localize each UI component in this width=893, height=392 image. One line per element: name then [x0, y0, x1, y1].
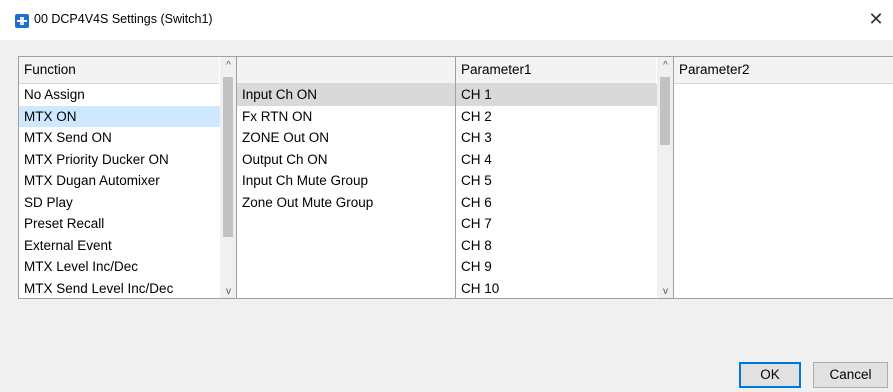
- scroll-up-icon[interactable]: ^: [220, 57, 236, 74]
- close-icon[interactable]: ✕: [865, 8, 887, 30]
- list-item-selected[interactable]: Input Ch ON: [237, 84, 455, 106]
- list-item[interactable]: MTX Level Inc/Dec: [19, 256, 220, 278]
- list-item[interactable]: External Event: [19, 235, 220, 257]
- list-item[interactable]: MTX Dugan Automixer: [19, 170, 220, 192]
- list-item[interactable]: CH 9: [456, 256, 657, 278]
- function-header[interactable]: Function: [19, 57, 219, 84]
- list-item[interactable]: Fx RTN ON: [237, 106, 455, 128]
- list-item[interactable]: Preset Recall: [19, 213, 220, 235]
- list-item[interactable]: CH 8: [456, 235, 657, 257]
- function-scrollbar[interactable]: ^ v: [220, 57, 236, 298]
- scroll-up-icon[interactable]: ^: [657, 57, 673, 74]
- list-item[interactable]: CH 3: [456, 127, 657, 149]
- list-item[interactable]: No Assign: [19, 84, 220, 106]
- parameter2-list[interactable]: Parameter2: [673, 56, 893, 299]
- sub-function-list[interactable]: Input Ch ON Fx RTN ON ZONE Out ON Output…: [236, 56, 456, 299]
- list-item[interactable]: CH 6: [456, 192, 657, 214]
- window-title: 00 DCP4V4S Settings (Switch1): [34, 12, 213, 26]
- list-item-selected[interactable]: MTX ON: [19, 105, 220, 127]
- list-item[interactable]: Zone Out Mute Group: [237, 192, 455, 214]
- scroll-thumb[interactable]: [223, 77, 233, 237]
- list-item[interactable]: CH 4: [456, 149, 657, 171]
- scroll-down-icon[interactable]: v: [657, 283, 673, 298]
- parameter1-header[interactable]: Parameter1: [456, 57, 656, 84]
- scroll-down-icon[interactable]: v: [220, 283, 236, 298]
- list-item[interactable]: CH 5: [456, 170, 657, 192]
- list-item[interactable]: ZONE Out ON: [237, 127, 455, 149]
- parameter1-scrollbar[interactable]: ^ v: [657, 57, 673, 298]
- title-bar: 00 DCP4V4S Settings (Switch1) ✕: [0, 0, 893, 40]
- parameter2-header[interactable]: Parameter2: [674, 57, 893, 84]
- cancel-button[interactable]: Cancel: [813, 362, 888, 388]
- app-icon: [15, 14, 29, 28]
- list-item[interactable]: MTX Send ON: [19, 127, 220, 149]
- list-item[interactable]: SD Play: [19, 192, 220, 214]
- list-item[interactable]: MTX Send Level Inc/Dec: [19, 278, 220, 299]
- list-item[interactable]: CH 7: [456, 213, 657, 235]
- function-list[interactable]: Function No Assign MTX ON MTX Send ON MT…: [18, 56, 237, 299]
- list-item[interactable]: Input Ch Mute Group: [237, 170, 455, 192]
- parameter1-list[interactable]: Parameter1 CH 1 CH 2 CH 3 CH 4 CH 5 CH 6…: [455, 56, 674, 299]
- list-item[interactable]: MTX Priority Ducker ON: [19, 149, 220, 171]
- list-item[interactable]: Output Ch ON: [237, 149, 455, 171]
- ok-button[interactable]: OK: [739, 362, 801, 388]
- list-item[interactable]: CH 2: [456, 106, 657, 128]
- sub-function-header: [237, 57, 455, 84]
- scroll-thumb[interactable]: [660, 77, 670, 145]
- list-item-selected[interactable]: CH 1: [456, 84, 657, 106]
- list-item[interactable]: CH 10: [456, 278, 657, 299]
